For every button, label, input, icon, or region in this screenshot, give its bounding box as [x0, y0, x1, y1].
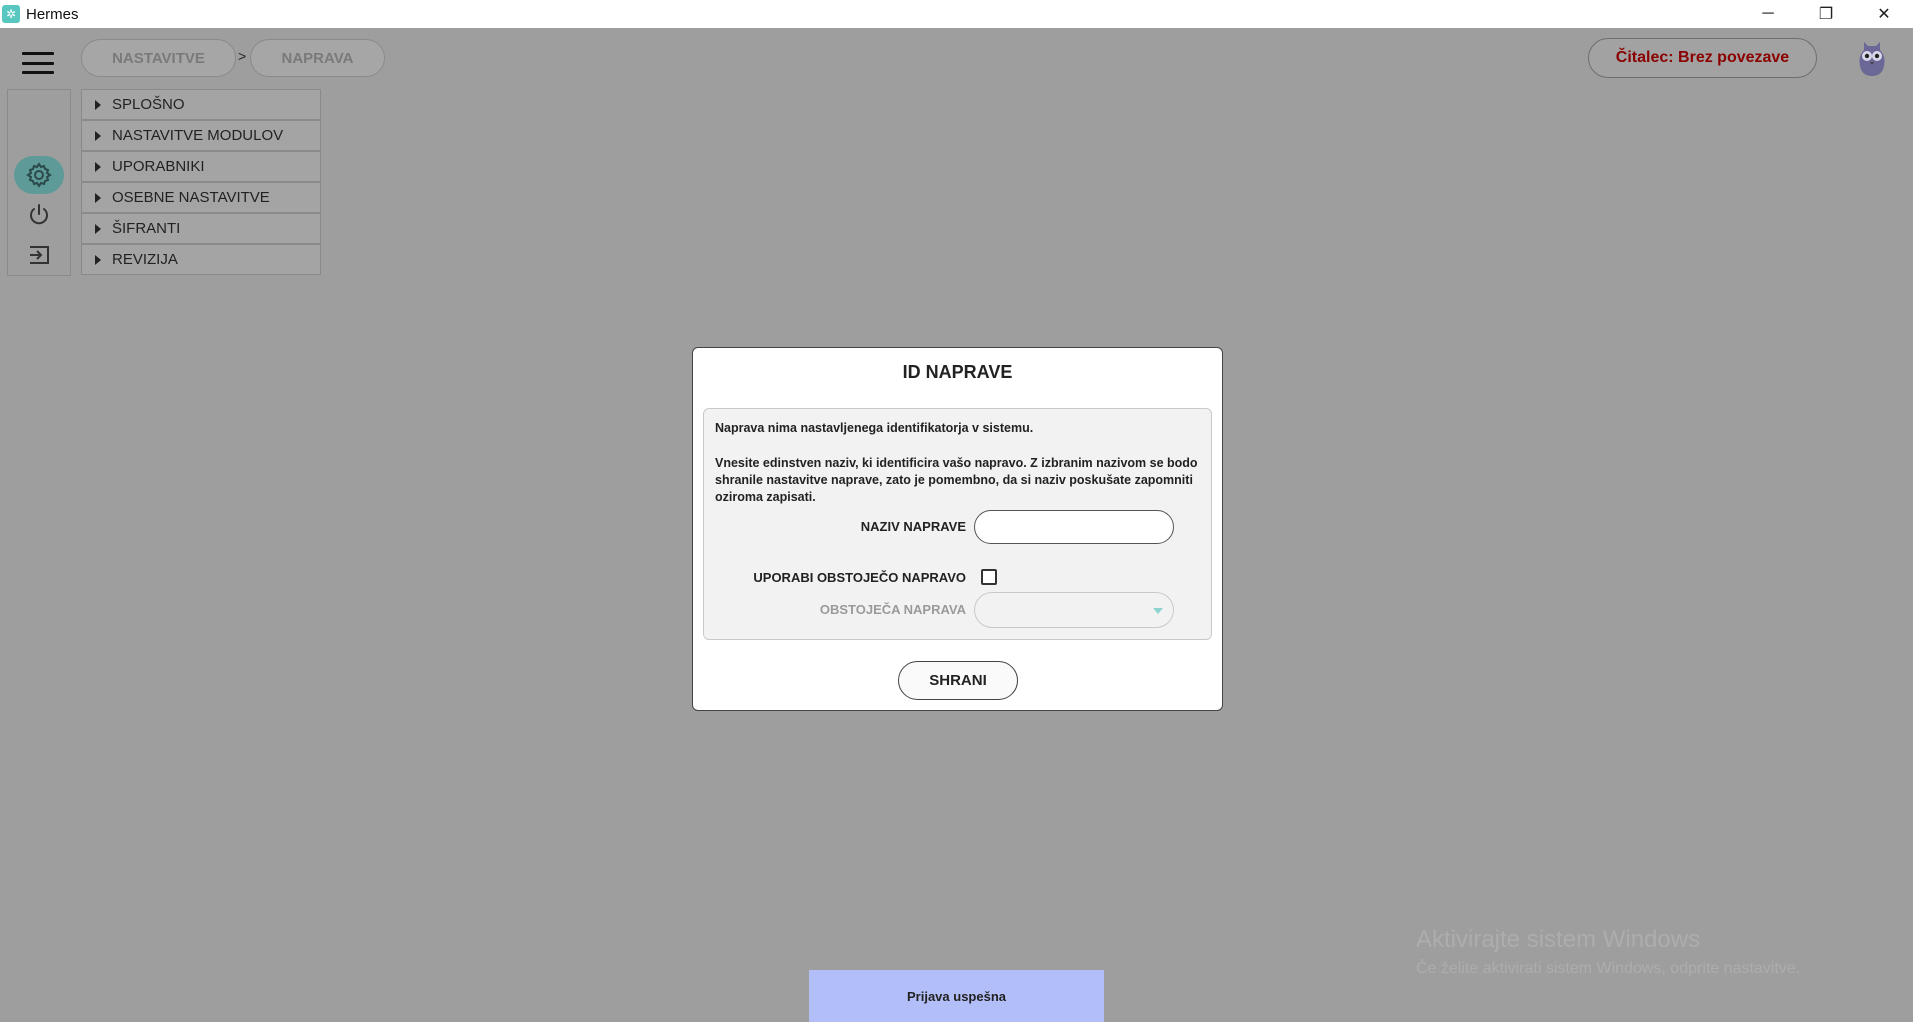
minimize-button[interactable]: ─: [1739, 0, 1797, 28]
use-existing-label: UPORABI OBSTOJEČO NAPRAVO: [753, 570, 966, 585]
tree-item-osebne-nastavitve[interactable]: OSEBNE NASTAVITVE: [81, 182, 321, 213]
window-titlebar: ✲ Hermes ─ ❐ ✕: [0, 0, 1913, 28]
save-button[interactable]: SHRANI: [898, 661, 1018, 700]
tree-item-label: UPORABNIKI: [112, 158, 205, 175]
tree-item-label: NASTAVITVE MODULOV: [112, 127, 284, 144]
dialog-title: ID NAPRAVE: [902, 362, 1013, 382]
existing-device-select[interactable]: [974, 592, 1174, 628]
dialog-message-2: Vnesite edinstven naziv, ki identificira…: [715, 456, 1198, 504]
tree-item-label: SPLOŠNO: [112, 96, 185, 113]
tree-item-splosno[interactable]: SPLOŠNO: [81, 89, 321, 120]
reader-status-button[interactable]: Čitalec: Brez povezave: [1588, 38, 1817, 78]
power-icon: [30, 204, 48, 225]
settings-tree: SPLOŠNO NASTAVITVE MODULOV UPORABNIKI OS…: [81, 89, 321, 275]
tree-item-nastavitve-modulov[interactable]: NASTAVITVE MODULOV: [81, 120, 321, 151]
device-id-dialog: ID NAPRAVE Naprava nima nastavljenega id…: [692, 347, 1223, 711]
windows-activation-title: Aktivirajte sistem Windows: [1416, 926, 1701, 953]
breadcrumb-item-naprava[interactable]: NAPRAVA: [250, 39, 385, 77]
tree-item-revizija[interactable]: REVIZIJA: [81, 244, 321, 275]
expand-arrow-icon: [95, 223, 101, 234]
breadcrumb-item-nastavitve[interactable]: NASTAVITVE: [81, 39, 236, 77]
close-button[interactable]: ✕: [1855, 0, 1913, 28]
logout-rail-button[interactable]: [14, 236, 64, 274]
restore-button[interactable]: ❐: [1797, 0, 1855, 28]
tree-item-label: REVIZIJA: [112, 251, 178, 268]
dialog-panel: Naprava nima nastavljenega identifikator…: [703, 408, 1212, 640]
tree-item-uporabniki[interactable]: UPORABNIKI: [81, 151, 321, 182]
owl-avatar-icon[interactable]: [1854, 36, 1890, 78]
expand-arrow-icon: [95, 161, 101, 172]
window-controls: ─ ❐ ✕: [1739, 0, 1913, 28]
tree-item-label: OSEBNE NASTAVITVE: [112, 189, 270, 206]
settings-rail-button[interactable]: [14, 156, 64, 194]
existing-device-label: OBSTOJEČA NAPRAVA: [819, 602, 966, 617]
left-rail: [7, 89, 71, 276]
windows-activation-subtitle: Če želite aktivirati sistem Windows, odp…: [1416, 960, 1801, 977]
device-name-input[interactable]: [974, 510, 1174, 544]
device-name-label: NAZIV NAPRAVE: [860, 519, 966, 534]
hamburger-menu-icon[interactable]: [22, 52, 54, 74]
power-rail-button[interactable]: [14, 196, 64, 234]
logout-icon: [30, 246, 49, 264]
breadcrumb-separator: >: [238, 48, 247, 64]
window-title: Hermes: [26, 5, 79, 23]
login-success-toast: Prijava uspešna: [809, 970, 1104, 1022]
dropdown-caret-icon: [1153, 608, 1163, 614]
gear-icon: [26, 162, 52, 188]
expand-arrow-icon: [95, 99, 101, 110]
use-existing-checkbox[interactable]: [981, 569, 997, 585]
expand-arrow-icon: [95, 130, 101, 141]
tree-item-label: ŠIFRANTI: [112, 220, 181, 237]
app-logo-icon: ✲: [2, 5, 20, 23]
tree-item-sifranti[interactable]: ŠIFRANTI: [81, 213, 321, 244]
expand-arrow-icon: [95, 192, 101, 203]
dialog-message-1: Naprava nima nastavljenega identifikator…: [715, 421, 1034, 435]
expand-arrow-icon: [95, 254, 101, 265]
